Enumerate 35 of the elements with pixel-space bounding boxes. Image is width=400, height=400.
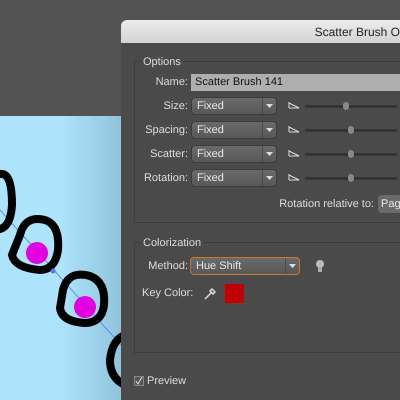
group-legend: Options xyxy=(141,54,183,70)
preview-checkbox[interactable] xyxy=(134,376,144,386)
field-label: Scatter: xyxy=(149,146,188,162)
field-label: Method: xyxy=(147,258,188,274)
slider-mode-icon xyxy=(288,174,300,182)
window-title: Scatter Brush O xyxy=(314,24,400,40)
field-label: Spacing: xyxy=(144,122,188,138)
dropdown[interactable]: Fixed xyxy=(191,97,277,115)
caret-icon xyxy=(266,176,273,180)
dropdown[interactable]: Fixed xyxy=(191,145,277,163)
eyedropper-icon[interactable] xyxy=(204,288,216,300)
caret-icon xyxy=(266,104,273,108)
lightbulb-icon[interactable] xyxy=(316,260,324,272)
caret-icon xyxy=(266,152,273,156)
dropdown[interactable]: Fixed xyxy=(191,169,277,187)
dropdown[interactable]: Pag xyxy=(378,195,400,213)
checkbox-label: Preview xyxy=(147,374,186,389)
slider-thumb[interactable] xyxy=(343,102,350,110)
slider-mode-icon xyxy=(288,126,300,134)
field-label: Rotation relative to: xyxy=(279,196,374,212)
caret-icon xyxy=(289,264,296,268)
slider-thumb[interactable] xyxy=(348,174,354,182)
key-color-swatch[interactable] xyxy=(225,284,244,303)
slider-mode-icon xyxy=(288,102,300,110)
field-label: Key Color: xyxy=(142,286,194,302)
field-label: Rotation: xyxy=(142,170,188,186)
slider-thumb[interactable] xyxy=(348,126,354,134)
slider-thumb[interactable] xyxy=(348,150,354,158)
caret-icon xyxy=(266,128,273,132)
slider-mode-icon xyxy=(288,150,300,158)
field-label: Name: xyxy=(154,75,188,90)
field-label: Size: xyxy=(162,98,188,114)
name-field[interactable]: Scatter Brush 141 xyxy=(191,74,400,91)
dropdown[interactable]: Fixed xyxy=(191,121,277,139)
dropdown[interactable]: Hue Shift xyxy=(190,257,300,275)
